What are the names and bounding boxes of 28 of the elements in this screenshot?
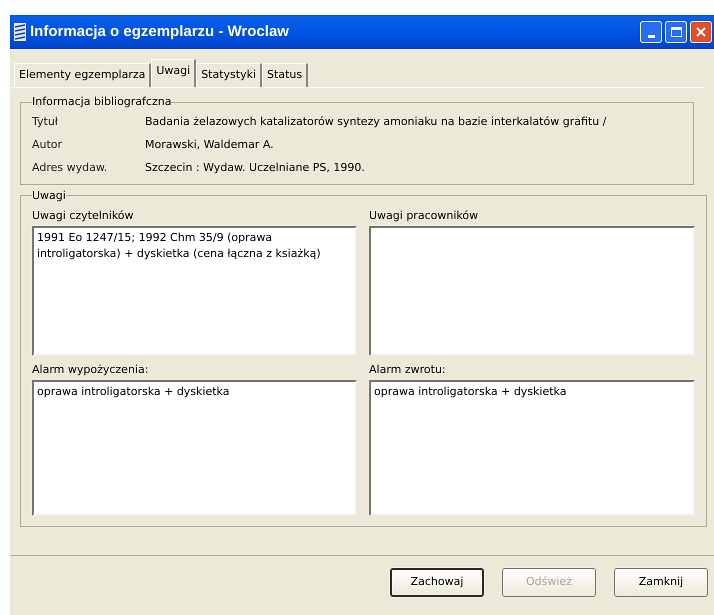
field-value: Badania żelazowych katalizatorów syntezy amoniaku na bazie interkalatów grafitu / — [145, 114, 606, 130]
tab[interactable]: Statystyki — [196, 63, 262, 87]
minimize-button[interactable] — [640, 21, 662, 43]
field-label: Autor — [32, 136, 64, 153]
field-label: Adres wydaw. — [32, 160, 108, 176]
field-label: Tytuł — [32, 114, 59, 130]
app-icon — [14, 23, 26, 41]
dialog-button[interactable]: Zachowaj — [390, 568, 484, 597]
close-icon — [696, 27, 706, 37]
maximize-button[interactable] — [665, 21, 687, 43]
field-value: Szczecin : Wydaw. Uczelniane PS, 1990. — [145, 160, 365, 176]
tab[interactable]: Elementy egzemplarza — [14, 63, 152, 87]
field-label: Alarm wypożyczenia: — [32, 362, 150, 378]
group-title: Uwagi — [32, 188, 66, 204]
dialog-button[interactable]: Zamknij — [614, 568, 708, 597]
field-label: Uwagi czytelników — [32, 208, 135, 224]
tab[interactable]: Status — [262, 63, 308, 87]
text-area[interactable]: oprawa introligatorska + dyskietka — [32, 380, 357, 516]
close-button[interactable] — [690, 21, 712, 43]
field-label: Alarm zwrotu: — [369, 362, 447, 378]
window-title: Informacja o egzemplarzu - Wroclaw — [30, 22, 290, 42]
tab[interactable]: Uwagi — [151, 59, 196, 87]
field-value: Morawski, Waldemar A. — [145, 136, 274, 153]
text-area[interactable]: oprawa introligatorska + dyskietka — [369, 380, 695, 516]
text-area[interactable]: 1991 Eo 1247/15; 1992 Chm 35/9 (oprawa introligatorska) + dyskietka (cena łączna z ksiażką) — [32, 226, 357, 356]
field-label: Uwagi pracowników — [369, 208, 480, 224]
group-title: Informacja bibliografczna — [32, 94, 172, 110]
text-area[interactable] — [369, 226, 695, 356]
